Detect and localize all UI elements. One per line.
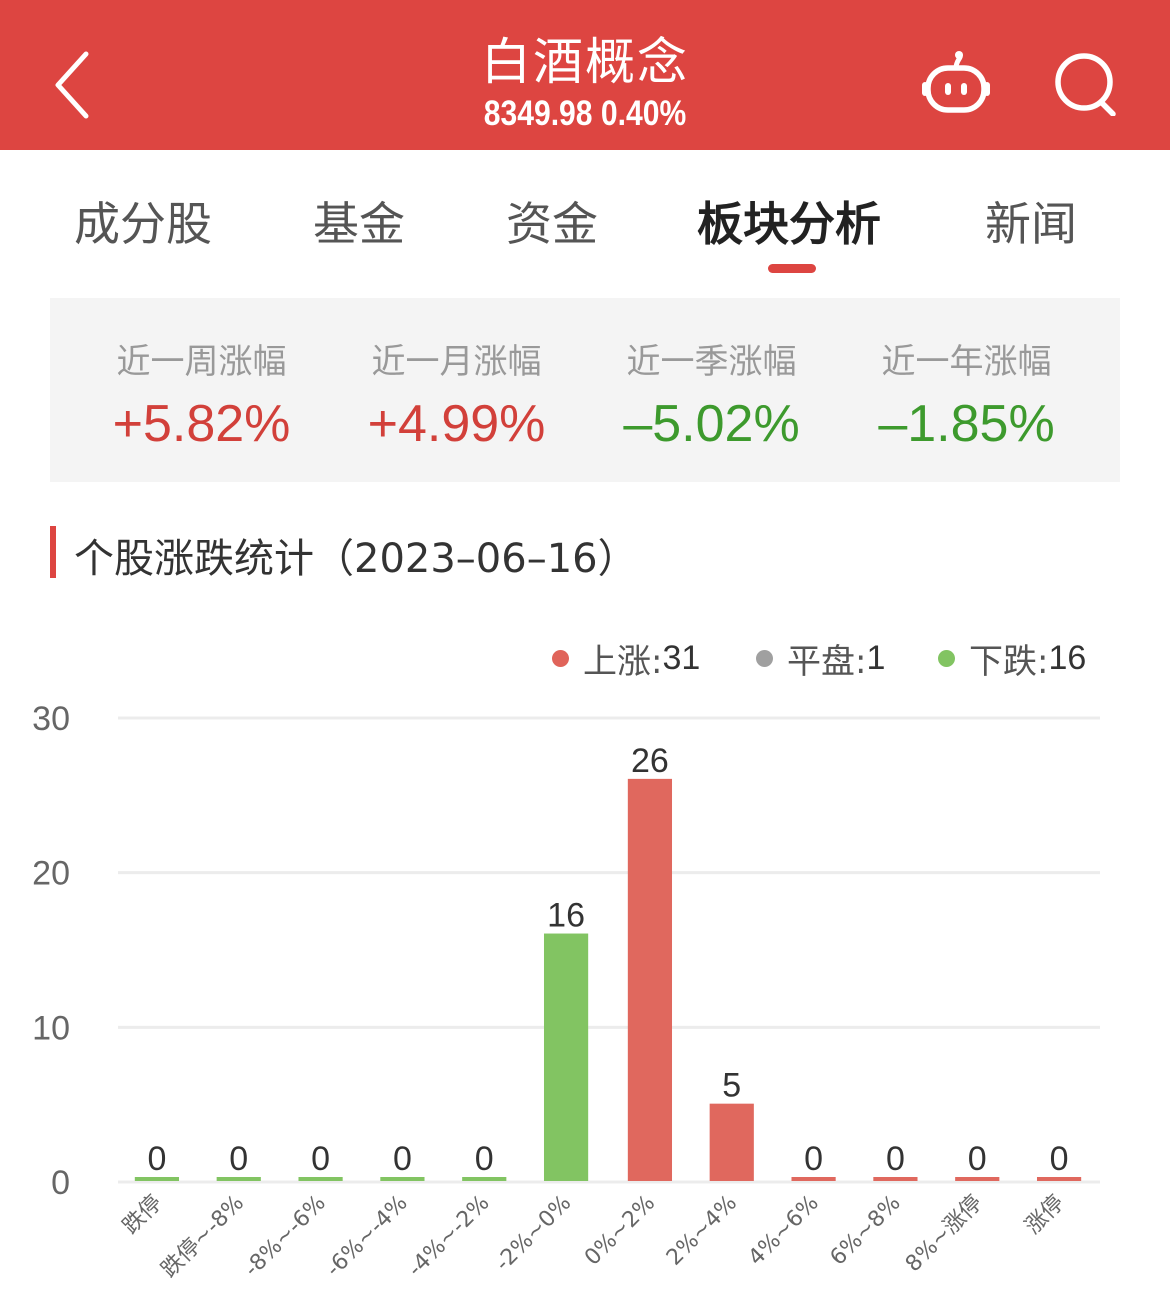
bar-value-label: 16 [547,897,585,935]
legend-item-up: 上涨: 31 [552,636,701,682]
section-title: 个股涨跌统计（2023–06–16） [74,536,638,582]
legend-count: 31 [662,638,701,677]
bar-value-label: 0 [475,1140,494,1178]
bar-value-label: 5 [722,1067,741,1105]
x-tick-label: 跌停~-8% [157,1191,249,1283]
legend-label: 下跌: [969,641,1049,682]
y-tick-label: 20 [32,855,70,893]
legend-label: 平盘: [787,641,867,682]
stat-value: +5.82% [112,395,291,453]
stat-value: +4.99% [367,395,546,453]
bar-value-label: 0 [229,1140,248,1178]
page-title: 白酒概念 [481,33,689,91]
x-tick-label: -6%~-4% [321,1191,412,1282]
y-tick-label: 0 [51,1164,70,1202]
legend-dot-flat [756,649,773,667]
x-tick-label: 4%~6% [744,1191,824,1271]
tab-funds[interactable]: 基金 [313,188,405,254]
header-bar: 白酒概念 8349.98 0.40% [0,0,1170,150]
y-tick-label: 10 [32,1009,70,1047]
tab-capital[interactable]: 资金 [506,188,598,254]
performance-panel: 近一周涨幅 +5.82% 近一月涨幅 +4.99% 近一季涨幅 –5.02% 近… [50,298,1120,482]
bar-value-label: 0 [804,1140,823,1178]
legend-count: 1 [866,638,886,677]
search-icon [1055,53,1116,117]
bar-value-label: 0 [311,1140,330,1178]
legend-label: 上涨: [583,641,663,682]
x-tick-label: 6%~8% [826,1191,906,1271]
tab-bar: 成分股 基金 资金 板块分析 新闻 [0,150,1170,280]
x-tick-label: 跌停 [118,1191,167,1240]
active-tab-indicator [768,264,816,273]
stat-week: 近一周涨幅 +5.82% [74,298,329,482]
x-tick-label: -2%~0% [491,1191,577,1277]
stat-quarter: 近一季涨幅 –5.02% [584,298,839,482]
stat-label: 近一季涨幅 [626,342,797,382]
stat-year: 近一年涨幅 –1.85% [839,298,1094,482]
bar-value-label: 26 [631,742,669,780]
robot-assistant-icon [922,51,990,113]
stat-label: 近一月涨幅 [371,342,542,382]
x-tick-label: 8%~涨停 [901,1191,988,1278]
bar-value-label: 0 [886,1140,905,1178]
tab-sector-analysis[interactable]: 板块分析 [697,188,881,254]
bar-value-label: 0 [1050,1140,1069,1178]
distribution-bar-chart: 0 10 20 30 0 跌停 0 跌停~-8% 0 -8%~-6% 0 -6%~-4% 0 -4%~-2… [32,700,1100,1283]
legend-count: 16 [1048,638,1087,677]
tab-news[interactable]: 新闻 [985,188,1077,254]
robot-assistant-button[interactable] [918,50,994,116]
stat-value: –1.85% [878,395,1055,453]
legend-dot-down [938,649,955,667]
bar-6 [627,778,673,1181]
stat-label: 近一年涨幅 [881,342,1052,382]
x-tick-label: 0%~2% [580,1191,660,1271]
legend-item-flat: 平盘: 1 [756,636,886,682]
stat-value: –5.02% [623,395,800,453]
x-tick-label: 2%~4% [662,1191,742,1271]
search-button[interactable] [1052,50,1122,117]
legend-dot-up [552,649,569,667]
x-tick-label: 涨停 [1021,1191,1070,1240]
bar-value-label: 0 [147,1140,166,1178]
bar-value-label: 0 [393,1140,412,1178]
bar-value-label: 0 [968,1140,987,1178]
section-accent-bar [50,526,56,578]
bar-5 [543,933,589,1181]
x-tick-label: -4%~-2% [403,1191,494,1282]
stat-label: 近一周涨幅 [116,342,287,382]
x-tick-label: -8%~-6% [240,1191,331,1282]
stat-month: 近一月涨幅 +4.99% [329,298,584,482]
legend-item-down: 下跌: 16 [938,636,1087,682]
tab-constituents[interactable]: 成分股 [74,188,212,254]
y-tick-label: 30 [32,700,70,738]
bar-7 [709,1103,754,1181]
